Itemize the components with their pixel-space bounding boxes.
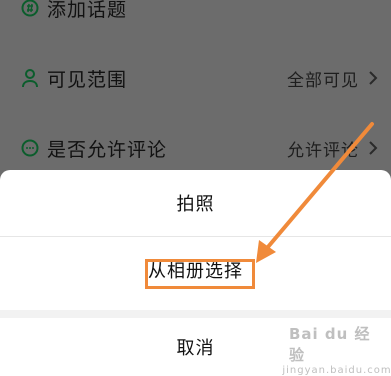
watermark-sub: jingyan.baidu.com <box>282 364 391 376</box>
watermark: Bai du 经验 jingyan.baidu.com <box>282 325 390 376</box>
watermark-main: Bai du 经验 <box>289 324 371 364</box>
annotation-arrow-icon <box>256 122 374 263</box>
